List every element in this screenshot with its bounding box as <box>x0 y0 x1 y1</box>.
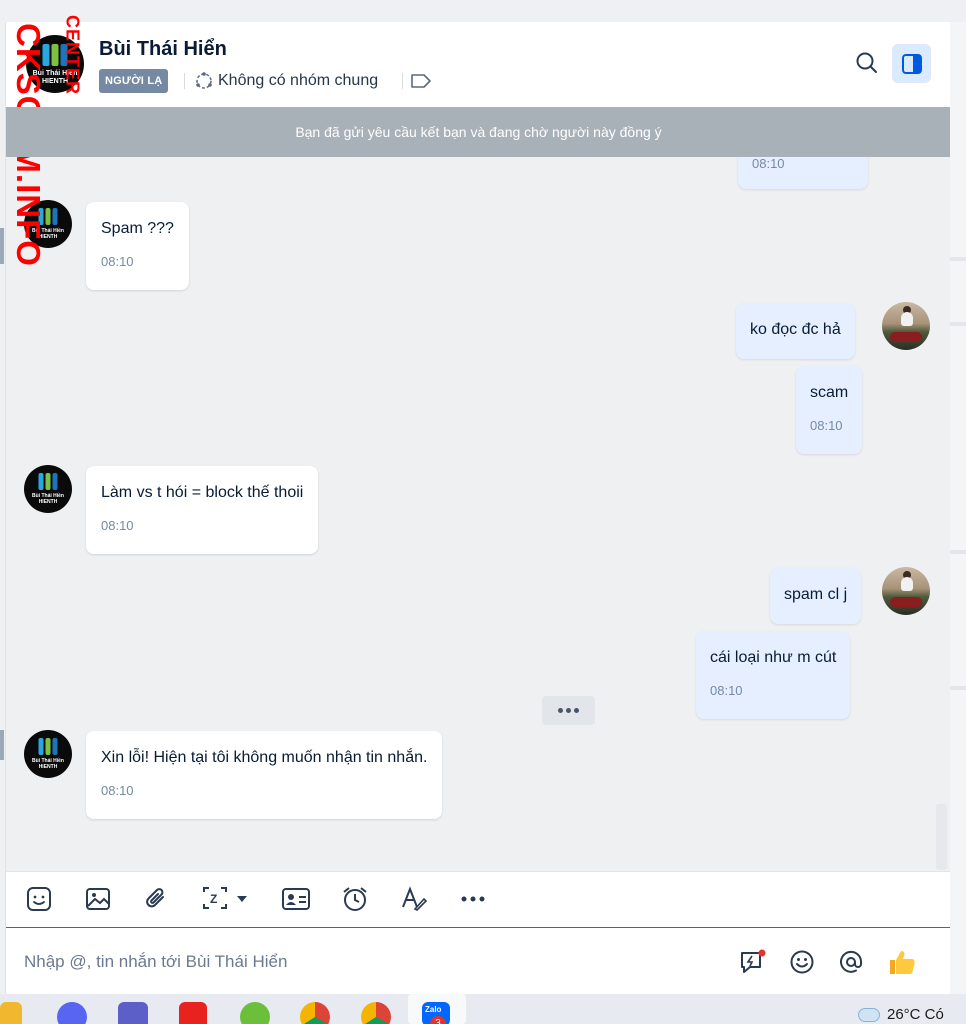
reminder-button[interactable] <box>340 884 370 914</box>
common-groups[interactable]: Không có nhóm chung <box>194 69 378 93</box>
stranger-badge: NGƯỜI LẠ <box>99 69 169 93</box>
taskbar-discord[interactable] <box>57 1002 87 1024</box>
edge-marker <box>0 730 4 760</box>
divider <box>184 73 185 89</box>
message-text: cái loại như m cút <box>710 649 837 666</box>
search-icon[interactable] <box>854 50 880 76</box>
message-composer <box>6 927 950 994</box>
message-text: scam <box>810 384 849 401</box>
message-bubble-incoming[interactable]: Làm vs t hói = block thế thoii 08:10 <box>86 466 319 554</box>
message-text: ko đọc đc hả <box>750 321 841 338</box>
taskbar-wps[interactable] <box>179 1002 207 1024</box>
watermark-sub: CENTER <box>62 14 83 96</box>
mention-button[interactable] <box>836 947 866 977</box>
logo-icon <box>38 473 58 490</box>
tag-icon[interactable] <box>410 72 432 90</box>
chevron-down-icon[interactable] <box>235 892 249 906</box>
send-like-button[interactable] <box>887 947 917 977</box>
text-format-button[interactable] <box>399 884 429 914</box>
common-groups-label: Không có nhóm chung <box>218 72 379 89</box>
reminder-icon <box>343 887 367 911</box>
contact-card-icon <box>282 888 310 910</box>
weather-text: 26°C Có <box>887 1006 944 1023</box>
edge-marker <box>0 228 4 264</box>
thumbs-up-icon <box>890 951 915 974</box>
attachment-icon <box>146 888 164 908</box>
weather-widget[interactable]: 26°C Có <box>858 1006 944 1023</box>
taskbar-chrome-profile[interactable] <box>361 1002 391 1024</box>
message-bubble-outgoing[interactable]: spam cl j <box>770 568 862 624</box>
contact-avatar-small[interactable]: Bùi Thái Hiền HIENTH <box>24 465 72 513</box>
message-actions-button[interactable] <box>542 696 595 725</box>
contact-name[interactable]: Bùi Thái Hiển <box>99 38 227 61</box>
chat-header: Bùi Thái Hiền HIENTH Bùi Thái Hiển NGƯỜI… <box>6 22 950 107</box>
message-bubble-incoming[interactable]: Xin lỗi! Hiện tại tôi không muốn nhận ti… <box>86 731 443 819</box>
right-edge-panel <box>950 22 966 994</box>
quick-message-icon <box>741 949 766 973</box>
taskbar-file-explorer[interactable] <box>0 1002 22 1024</box>
os-taskbar: Zalo 3 26°C Có <box>0 994 966 1024</box>
message-bubble-incoming[interactable]: Spam ??? 08:10 <box>86 202 189 290</box>
message-bubble-outgoing[interactable]: scam 08:10 <box>796 366 863 454</box>
sidebar-toggle-icon <box>901 53 922 74</box>
screenshot-button[interactable]: Z <box>201 884 255 914</box>
emoji-button[interactable] <box>787 947 817 977</box>
composer-toolbar: Z <box>6 871 950 927</box>
more-options-button[interactable] <box>458 884 488 914</box>
my-avatar[interactable] <box>882 567 930 615</box>
contact-avatar-small[interactable]: Bùi Thái Hiền HIENTH <box>24 730 72 778</box>
send-image-button[interactable] <box>83 884 113 914</box>
message-bubble-outgoing[interactable]: cái loại như m cút 08:10 <box>696 631 851 719</box>
message-text: spam cl j <box>784 586 848 603</box>
image-icon <box>86 888 110 910</box>
group-icon <box>196 72 212 89</box>
scrollbar-thumb[interactable] <box>936 804 947 870</box>
message-text: Làm vs t hói = block thế thoii <box>101 484 304 501</box>
send-contact-card-button[interactable] <box>281 884 311 914</box>
svg-text:Z: Z <box>210 892 217 906</box>
message-text: Xin lỗi! Hiện tại tôi không muốn nhận ti… <box>101 749 428 766</box>
message-time: 08:10 <box>101 783 134 798</box>
taskbar-chrome[interactable] <box>300 1002 330 1024</box>
logo-icon <box>38 738 58 755</box>
friend-request-banner: Bạn đã gửi yêu cầu kết bạn và đang chờ n… <box>6 107 950 157</box>
more-icon <box>461 896 485 902</box>
chat-window: Bùi Thái Hiền HIENTH Bùi Thái Hiển NGƯỜI… <box>5 22 950 994</box>
message-list[interactable]: 08:10 Bùi Thái Hiền HIENTH Spam ??? 08:10… <box>6 107 950 871</box>
more-icon <box>558 708 563 713</box>
my-avatar[interactable] <box>882 302 930 350</box>
message-time: 08:10 <box>101 254 134 269</box>
sticker-icon <box>27 887 51 911</box>
divider <box>402 73 403 89</box>
message-input[interactable] <box>24 946 704 978</box>
toggle-info-panel-button[interactable] <box>892 44 931 83</box>
sticker-button[interactable] <box>24 884 54 914</box>
message-time: 08:10 <box>710 683 743 698</box>
window-top-strip <box>0 0 966 22</box>
mention-icon <box>840 950 863 973</box>
taskbar-zalo-active[interactable]: Zalo 3 <box>408 994 466 1024</box>
message-time: 08:10 <box>752 156 785 171</box>
quick-message-button[interactable] <box>738 947 768 977</box>
screenshot-icon: Z <box>203 887 227 909</box>
message-text: Spam ??? <box>101 220 174 237</box>
emoji-icon <box>790 950 814 974</box>
text-format-icon <box>402 886 428 911</box>
message-time: 08:10 <box>810 418 843 433</box>
taskbar-teams[interactable] <box>118 1002 148 1024</box>
message-bubble-outgoing[interactable]: ko đọc đc hả <box>736 303 855 359</box>
attach-file-button[interactable] <box>142 884 172 914</box>
taskbar-app[interactable] <box>240 1002 270 1024</box>
cloud-icon <box>858 1007 880 1022</box>
message-time: 08:10 <box>101 518 134 533</box>
